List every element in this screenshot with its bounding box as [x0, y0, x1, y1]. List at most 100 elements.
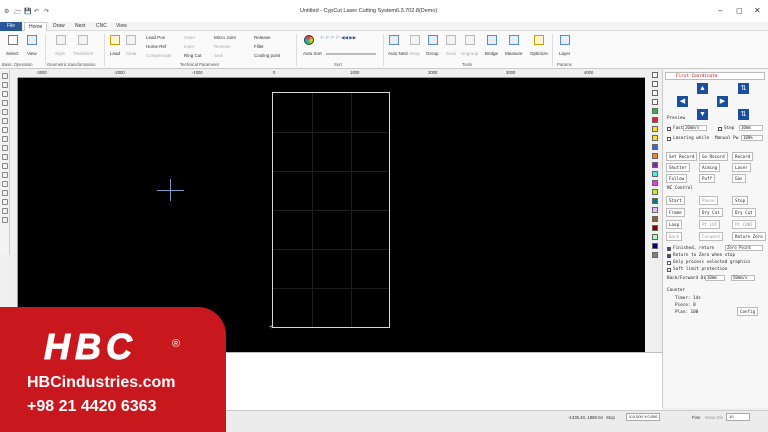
dry-run-button[interactable]: Dry Cut	[699, 208, 723, 217]
polygon-icon[interactable]	[2, 154, 8, 160]
dry-cut-button[interactable]: Dry Cut	[732, 208, 756, 217]
layer-color-swatch[interactable]	[652, 189, 658, 195]
pt-loc-button[interactable]: Pt LOC	[699, 220, 721, 229]
sheet-part[interactable]	[272, 92, 390, 328]
back-forward-speed-select[interactable]: 50mm/s	[731, 275, 755, 281]
minimize-icon[interactable]: –	[718, 6, 722, 15]
return-when-stop-checkbox[interactable]	[667, 254, 671, 258]
text-icon[interactable]	[2, 172, 8, 178]
layer-color-swatch[interactable]	[652, 135, 658, 141]
layer-color-swatch[interactable]	[652, 153, 658, 159]
zero-point-select[interactable]: Zero Point	[725, 245, 763, 251]
layer-color-swatch[interactable]	[652, 126, 658, 132]
optimize-button[interactable]: Optimize	[530, 51, 548, 56]
record-button[interactable]: Record	[732, 152, 754, 161]
lasering-checkbox[interactable]	[667, 137, 671, 141]
layer-tool-icon[interactable]	[2, 208, 8, 214]
auto-sort-icon[interactable]	[304, 35, 314, 45]
auto-sort-button[interactable]: Auto Sort	[303, 51, 322, 56]
layer-button[interactable]: Layer	[559, 51, 570, 56]
step-checkbox[interactable]	[718, 127, 722, 131]
finished-return-checkbox[interactable]	[667, 247, 671, 251]
coordinate-dropdown[interactable]: First Coordinate	[665, 72, 765, 80]
transform-button[interactable]: Transform	[73, 51, 93, 56]
lead-button[interactable]: Lead	[110, 51, 120, 56]
z-down-icon[interactable]: ⇅	[738, 109, 749, 120]
scan-button[interactable]: Scan	[446, 51, 456, 56]
compensate-button[interactable]: Compensate	[146, 53, 172, 58]
layer-color-swatch[interactable]	[652, 243, 658, 249]
forward-button[interactable]: Forward	[699, 232, 723, 241]
clear-icon[interactable]	[126, 35, 136, 45]
layer-icon[interactable]	[560, 35, 570, 45]
scan-icon[interactable]	[446, 35, 456, 45]
layer-color-swatch[interactable]	[652, 234, 658, 240]
gas-select[interactable]: Gas	[732, 174, 746, 183]
fillet-button[interactable]: Fillet	[254, 44, 264, 49]
manual-power-select[interactable]: 100%	[741, 135, 763, 141]
layer-color-swatch[interactable]	[652, 225, 658, 231]
measure-tool-icon[interactable]	[2, 199, 8, 205]
tab-cnc[interactable]: CNC	[92, 22, 111, 31]
loop-button[interactable]: Loop	[666, 220, 683, 229]
file-menu[interactable]: File	[0, 22, 22, 31]
layer-color-swatch[interactable]	[652, 90, 658, 96]
layer-color-swatch[interactable]	[652, 216, 658, 222]
frame-button[interactable]: Frame	[666, 208, 685, 217]
measure-icon[interactable]	[509, 35, 519, 45]
home-ref-button[interactable]: Home Ref	[146, 44, 166, 49]
layer-color-swatch[interactable]	[652, 198, 658, 204]
jog-down-icon[interactable]: ▼	[697, 109, 708, 120]
return-zero-button[interactable]: Return Zero	[732, 232, 766, 241]
layer-color-swatch[interactable]	[652, 117, 658, 123]
follow-button[interactable]: Follow	[666, 174, 688, 183]
fast-speed-select[interactable]: 20mm/s	[683, 125, 707, 131]
layer-color-swatch[interactable]	[652, 180, 658, 186]
tab-home[interactable]: Home	[24, 22, 48, 31]
arc-icon[interactable]	[2, 136, 8, 142]
step-select[interactable]: 10mm	[739, 125, 763, 131]
style-button[interactable]: Style	[55, 51, 65, 56]
array-button[interactable]: Array	[409, 51, 420, 56]
ungroup-button[interactable]: Ungroup	[461, 51, 478, 56]
release-button[interactable]: Release	[254, 35, 271, 40]
clear-button[interactable]: Clear	[126, 51, 137, 56]
shutter-button[interactable]: Shutter	[666, 163, 690, 172]
layer-color-swatch[interactable]	[652, 171, 658, 177]
cooling-point-button[interactable]: Cooling point	[254, 53, 280, 58]
zoom-icon[interactable]	[2, 100, 8, 106]
aiming-button[interactable]: Aiming	[699, 163, 721, 172]
z-up-icon[interactable]: ⇅	[738, 83, 749, 94]
fast-checkbox[interactable]	[667, 127, 671, 131]
view-icon[interactable]	[27, 35, 37, 45]
optimize-icon[interactable]	[534, 35, 544, 45]
measure-button[interactable]: Measure	[505, 51, 523, 56]
soft-limit-checkbox[interactable]	[667, 268, 671, 272]
tab-view[interactable]: View	[112, 22, 131, 31]
reverse-button[interactable]: Reverse	[214, 44, 231, 49]
layer-color-swatch[interactable]	[652, 207, 658, 213]
transform-icon[interactable]	[78, 35, 88, 45]
maximize-icon[interactable]: ◻	[736, 6, 743, 15]
puff-button[interactable]: Puff	[699, 174, 716, 183]
layer-color-swatch[interactable]	[652, 252, 658, 258]
point-icon[interactable]	[2, 181, 8, 187]
go-record-button[interactable]: Go Record	[699, 152, 728, 161]
star-icon[interactable]	[2, 163, 8, 169]
set-record-button[interactable]: Set Record	[666, 152, 698, 161]
tab-draw[interactable]: Draw	[49, 22, 69, 31]
auto-nest-button[interactable]: Auto Nest	[388, 51, 408, 56]
layer-color-swatch[interactable]	[652, 162, 658, 168]
close-icon[interactable]: ✕	[754, 6, 761, 15]
auto-nest-icon[interactable]	[389, 35, 399, 45]
seal-button[interactable]: Seal	[214, 53, 223, 58]
sort-tools-icon[interactable]: ⚐ ⚐ ⚐ ⚐ ◀◀ ▶▶	[320, 35, 356, 41]
view-button[interactable]: View	[27, 51, 37, 56]
sort-slider[interactable]	[326, 53, 376, 55]
tab-nest[interactable]: Nest	[71, 22, 89, 31]
only-selected-checkbox[interactable]	[667, 261, 671, 265]
bridge-icon[interactable]	[487, 35, 497, 45]
polyline-icon[interactable]	[2, 118, 8, 124]
redo-icon[interactable]: ↷	[44, 8, 49, 15]
layer-color-swatch[interactable]	[652, 99, 658, 105]
